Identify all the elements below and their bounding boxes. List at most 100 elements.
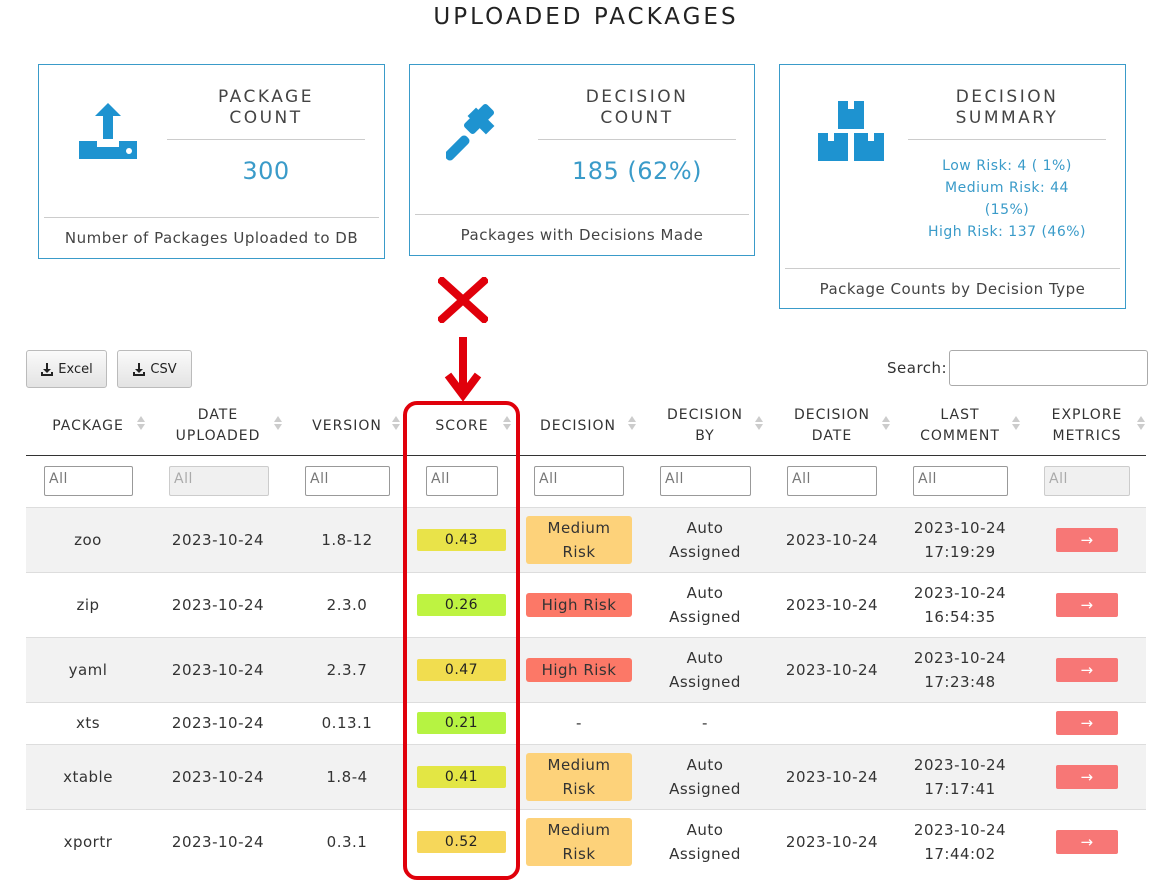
date-uploaded: 2023-10-24	[171, 714, 265, 732]
filter-package[interactable]: All	[44, 466, 133, 496]
score-badge: 0.41	[417, 765, 506, 788]
date-uploaded: 2023-10-24	[171, 530, 265, 549]
package-name: zoo	[74, 530, 102, 549]
score-badge: 0.52	[417, 830, 506, 853]
decision-by: -	[702, 714, 708, 732]
medium-risk-percent: (15%)	[984, 202, 1030, 218]
last-comment	[906, 702, 1014, 744]
search-input[interactable]	[949, 350, 1148, 386]
column-header-last-comment[interactable]: LAST COMMENT	[912, 404, 1008, 448]
sort-icon[interactable]	[1137, 414, 1145, 432]
card-footer: Package Counts by Decision Type	[819, 280, 1086, 298]
decision-badge: High Risk	[526, 592, 632, 617]
csv-export-button[interactable]: CSV	[117, 350, 192, 388]
explore-metrics-button[interactable]: →	[1056, 527, 1118, 552]
decision-date: 2023-10-24	[785, 530, 879, 549]
decision-date	[776, 702, 888, 744]
sort-icon[interactable]	[755, 414, 763, 432]
decision-by: Auto Assigned	[669, 583, 741, 626]
decision-by: Auto Assigned	[669, 755, 741, 798]
package-name: xtable	[63, 767, 113, 786]
explore-metrics-button[interactable]: →	[1056, 764, 1118, 789]
sort-icon[interactable]	[137, 414, 145, 432]
filter-version[interactable]: All	[305, 466, 390, 496]
column-header-date-uploaded[interactable]: DATE UPLOADED	[160, 404, 276, 448]
decision-count-value: 185 (62%)	[571, 157, 702, 185]
sort-icon[interactable]	[1012, 414, 1020, 432]
medium-risk-count: Medium Risk: 44	[945, 180, 1069, 196]
last-comment: 2023-10-24 17:44:02	[913, 820, 1007, 863]
package-name: xts	[75, 714, 101, 732]
decision-date: 2023-10-24	[785, 660, 879, 679]
decision-badge: Medium Risk	[526, 515, 632, 564]
decision-badge: Medium Risk	[526, 817, 632, 866]
decision-badge: -	[576, 714, 582, 732]
boxes-icon	[818, 101, 884, 161]
filter-explore-metrics: All	[1044, 466, 1130, 496]
sort-icon[interactable]	[882, 414, 890, 432]
decision-count-card: DECISION COUNT 185 (62%) Packages with D…	[409, 64, 755, 256]
card-footer: Number of Packages Uploaded to DB	[64, 229, 359, 247]
sort-icon[interactable]	[628, 414, 636, 432]
date-uploaded: 2023-10-24	[171, 767, 265, 786]
column-header-decision-date[interactable]: DECISION DATE	[786, 404, 878, 448]
decision-by: Auto Assigned	[669, 518, 741, 561]
explore-metrics-button[interactable]: →	[1056, 592, 1118, 617]
date-uploaded: 2023-10-24	[171, 832, 265, 851]
decision-badge: High Risk	[526, 657, 632, 682]
explore-metrics-button[interactable]: →	[1056, 657, 1118, 682]
decision-badge: Medium Risk	[526, 752, 632, 801]
package-name: yaml	[68, 660, 108, 679]
last-comment: 2023-10-24 17:17:41	[913, 755, 1007, 798]
card-title: DECISION SUMMARY	[955, 87, 1059, 128]
score-badge: 0.43	[417, 528, 506, 551]
version: 1.8-4	[326, 767, 368, 786]
column-header-version[interactable]: VERSION	[302, 404, 392, 448]
last-comment: 2023-10-24 17:23:48	[913, 648, 1007, 691]
download-icon	[133, 363, 146, 376]
decision-summary-list: Low Risk: 4 ( 1%) Medium Risk: 44 (15%) …	[908, 155, 1106, 243]
decision-date: 2023-10-24	[785, 767, 879, 786]
score-badge: 0.26	[417, 593, 506, 616]
excel-export-button[interactable]: Excel	[26, 350, 107, 388]
version: 2.3.7	[326, 660, 368, 679]
score-badge: 0.47	[417, 658, 506, 681]
cross-icon	[438, 277, 488, 323]
column-header-explore-metrics[interactable]: EXPLORE METRICS	[1040, 404, 1134, 448]
card-title: PACKAGE COUNT	[218, 87, 314, 128]
filter-decision-by[interactable]: All	[660, 466, 751, 496]
filter-score[interactable]: All	[426, 466, 498, 496]
decision-summary-card: DECISION SUMMARY Low Risk: 4 ( 1%) Mediu…	[779, 64, 1126, 309]
decision-date: 2023-10-24	[785, 595, 879, 614]
filter-decision[interactable]: All	[534, 466, 624, 496]
sort-icon[interactable]	[274, 414, 282, 432]
upload-icon	[79, 103, 137, 159]
sort-icon[interactable]	[392, 414, 400, 432]
page-title: UPLOADED PACKAGES	[433, 4, 739, 30]
last-comment: 2023-10-24 16:54:35	[913, 583, 1007, 626]
version: 2.3.0	[326, 595, 368, 614]
card-title: DECISION COUNT	[585, 87, 689, 128]
arrow-down-icon	[444, 337, 482, 401]
column-header-decision[interactable]: DECISION	[532, 404, 624, 448]
card-footer: Packages with Decisions Made	[460, 226, 704, 244]
download-icon	[41, 363, 54, 376]
explore-metrics-button[interactable]: →	[1056, 711, 1118, 735]
date-uploaded: 2023-10-24	[171, 595, 265, 614]
search-label: Search:	[887, 359, 948, 377]
sort-icon[interactable]	[503, 414, 511, 432]
gavel-icon	[446, 103, 495, 161]
package-name: zip	[76, 595, 100, 614]
filter-date-uploaded: All	[169, 466, 269, 496]
last-comment: 2023-10-24 17:19:29	[913, 518, 1007, 561]
decision-by: Auto Assigned	[669, 648, 741, 691]
date-uploaded: 2023-10-24	[171, 660, 265, 679]
filter-last-comment[interactable]: All	[913, 466, 1008, 496]
version: 1.8-12	[321, 530, 373, 549]
explore-metrics-button[interactable]: →	[1056, 829, 1118, 854]
column-header-decision-by[interactable]: DECISION BY	[660, 404, 750, 448]
version: 0.13.1	[321, 714, 373, 732]
column-header-score[interactable]: SCORE	[420, 404, 504, 448]
filter-decision-date[interactable]: All	[787, 466, 877, 496]
column-header-package[interactable]: PACKAGE	[40, 404, 136, 448]
